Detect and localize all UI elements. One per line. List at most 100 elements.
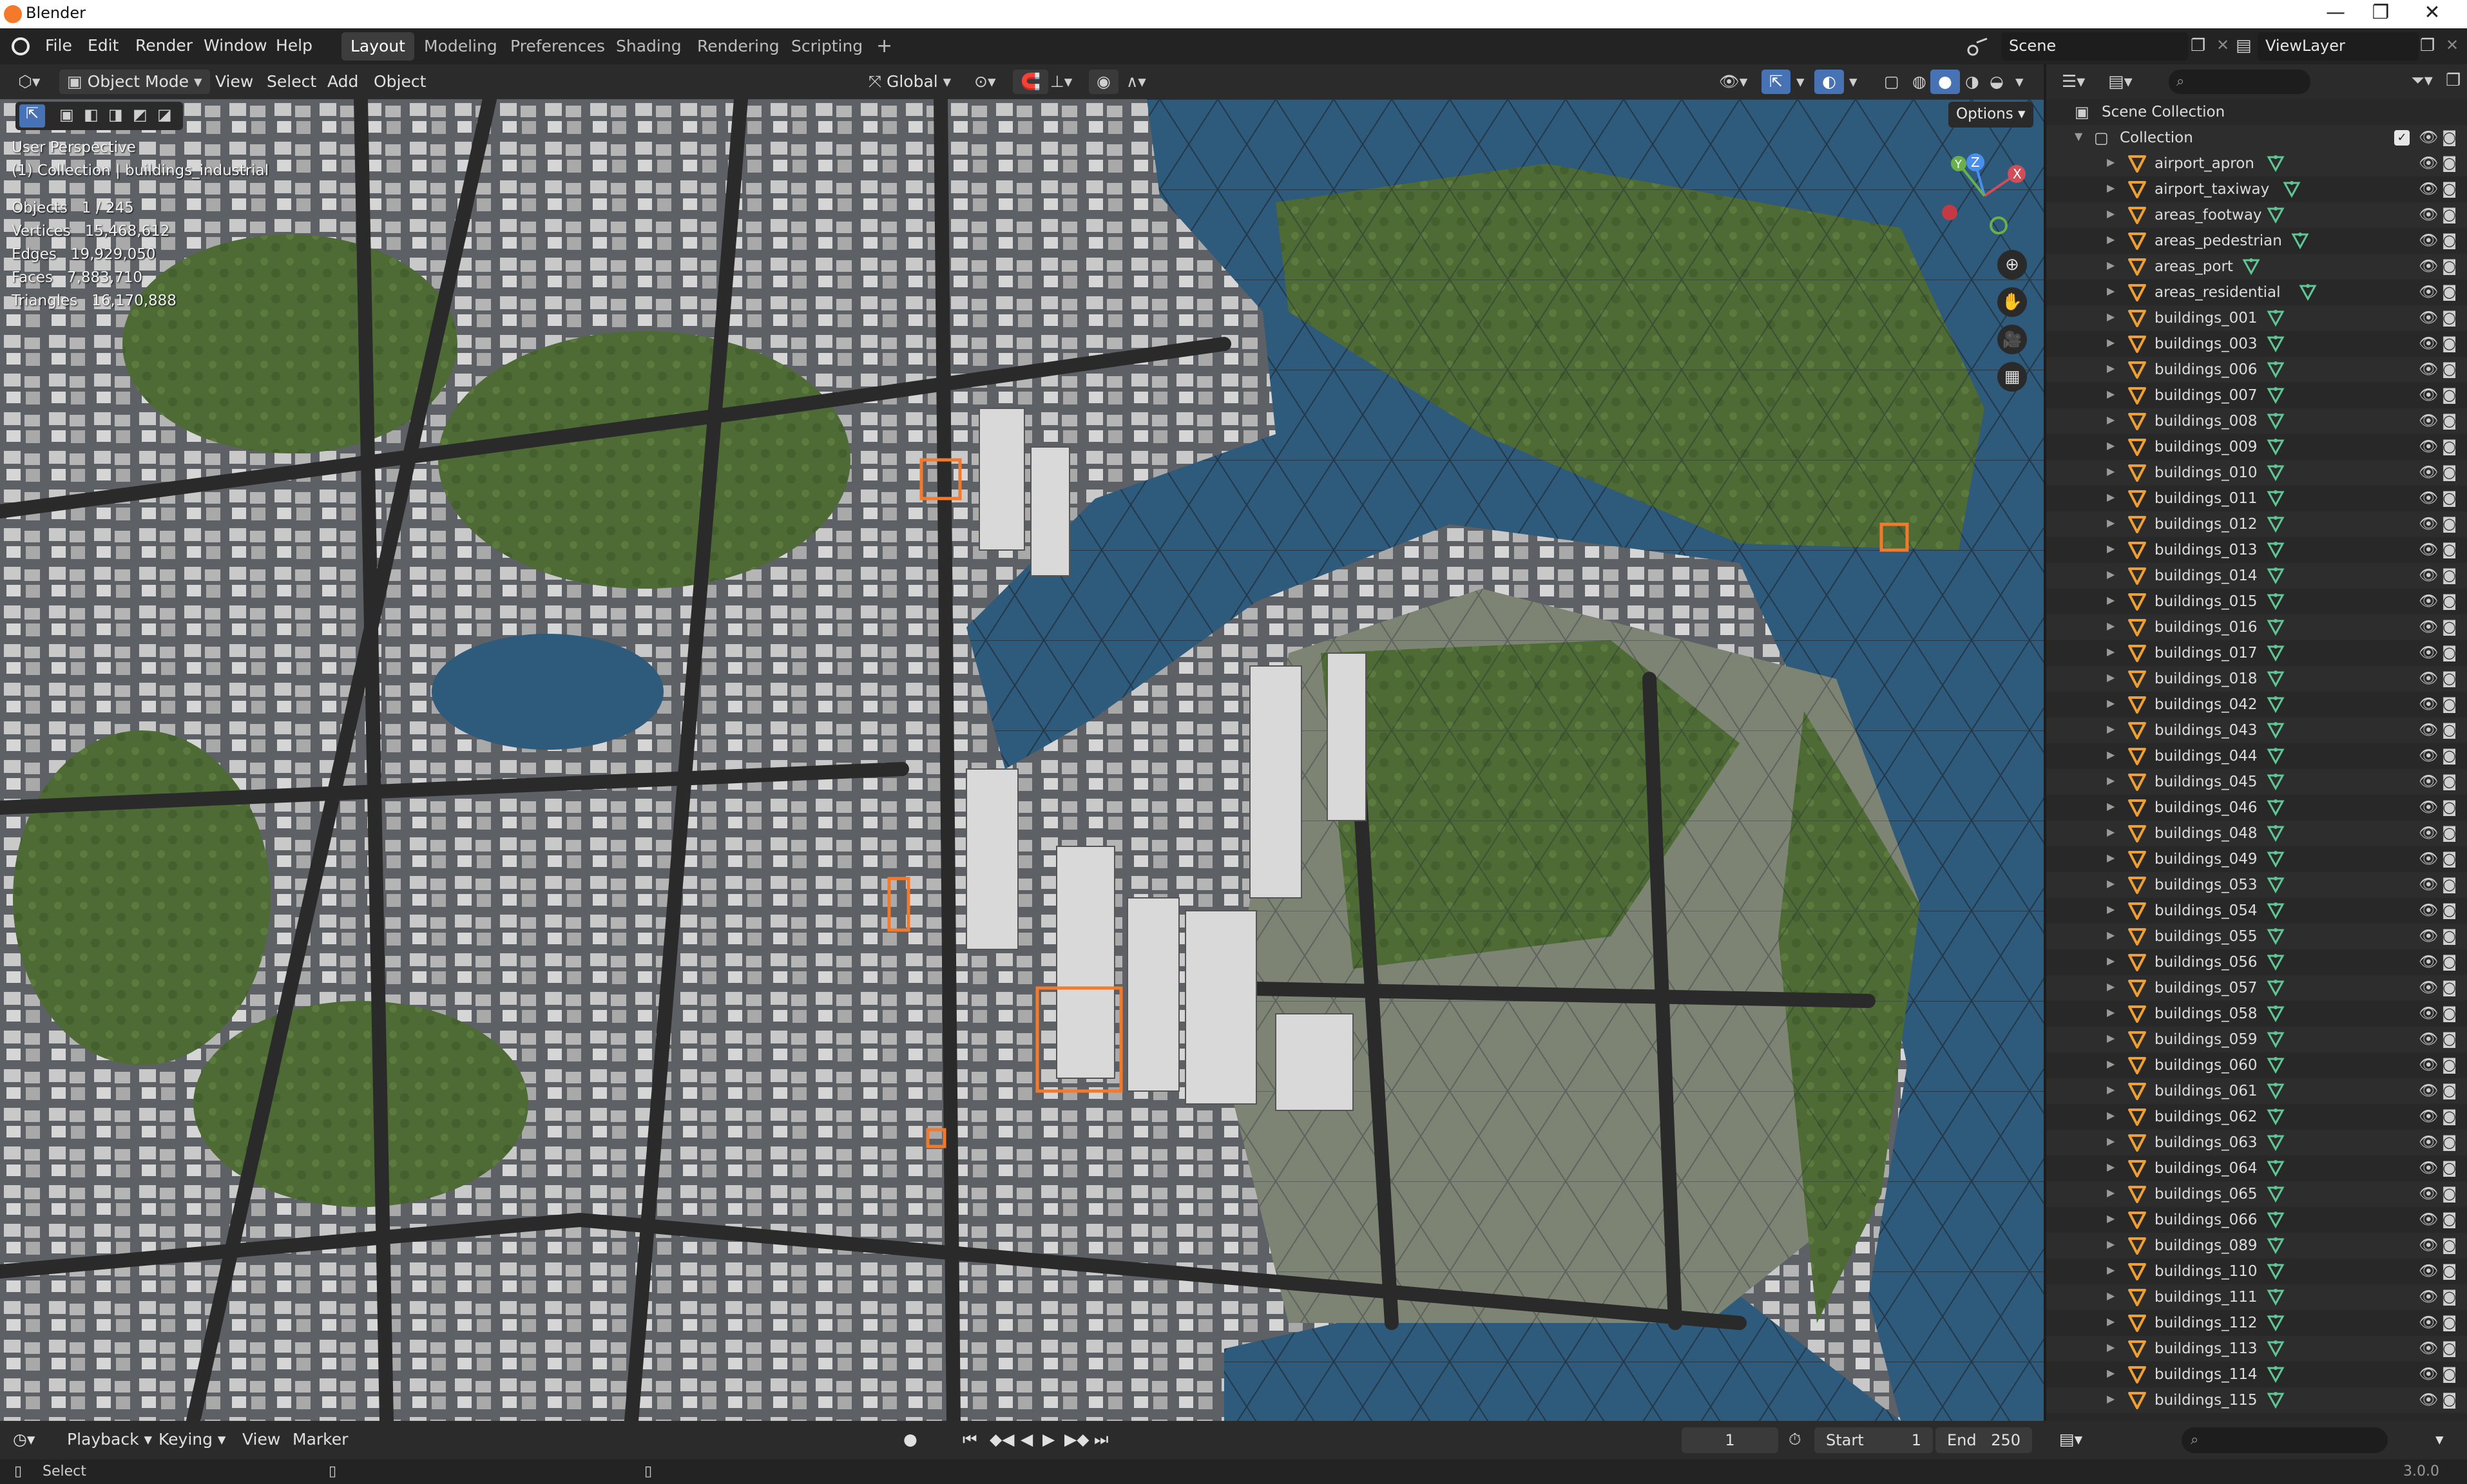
render-camera-icon[interactable]: ◙ bbox=[2442, 747, 2457, 765]
mesh-data-icon[interactable] bbox=[2267, 541, 2285, 559]
new-collection-icon[interactable]: ❐ bbox=[2446, 71, 2461, 90]
mesh-data-icon[interactable] bbox=[2267, 515, 2285, 533]
view-layer-field[interactable]: ViewLayer bbox=[2258, 32, 2419, 61]
eye-icon[interactable]: 👁 bbox=[2419, 154, 2438, 172]
eye-icon[interactable]: 👁 bbox=[2419, 1133, 2438, 1151]
expand-triangle-icon[interactable]: ▶ bbox=[2107, 1135, 2115, 1147]
outliner-item[interactable]: ▶ buildings_008 👁 ◙ bbox=[2046, 408, 2467, 434]
scene-icon[interactable] bbox=[1965, 33, 1991, 59]
render-camera-icon[interactable]: ◙ bbox=[2442, 592, 2457, 610]
properties-options-icon[interactable]: ▾ bbox=[2435, 1430, 2444, 1449]
outliner-item[interactable]: ▶ buildings_111 👁 ◙ bbox=[2046, 1284, 2467, 1310]
outliner-item[interactable]: ▶ areas_port 👁 ◙ bbox=[2046, 254, 2467, 280]
3d-viewport[interactable]: ⇱ ▣ ◧ ◨ ◩ ◪ User Perspective (1) Collect… bbox=[0, 99, 2044, 1421]
render-camera-icon[interactable]: ◙ bbox=[2442, 1210, 2457, 1228]
mesh-data-icon[interactable] bbox=[2267, 979, 2285, 997]
select-extend-icon[interactable]: ◧ bbox=[84, 106, 99, 124]
timeline-editor-type-icon[interactable]: ◷▾ bbox=[13, 1430, 35, 1449]
expand-triangle-icon[interactable]: ▶ bbox=[2107, 439, 2115, 452]
eye-icon[interactable]: 👁 bbox=[2419, 180, 2438, 198]
transform-orientation-dropdown[interactable]: ⤧ Global ▾ bbox=[861, 70, 959, 94]
mesh-data-icon[interactable] bbox=[2267, 1391, 2285, 1409]
menu-marker[interactable]: Marker bbox=[293, 1430, 348, 1449]
render-camera-icon[interactable]: ◙ bbox=[2442, 412, 2457, 430]
expand-triangle-icon[interactable]: ▶ bbox=[2107, 1264, 2115, 1276]
perspective-toggle-icon[interactable]: ▦ bbox=[1997, 362, 2027, 392]
mesh-data-icon[interactable] bbox=[2267, 490, 2285, 508]
eye-icon[interactable]: 👁 bbox=[2419, 772, 2438, 790]
expand-triangle-icon[interactable]: ▶ bbox=[2107, 774, 2115, 786]
outliner-item[interactable]: ▶ buildings_043 👁 ◙ bbox=[2046, 718, 2467, 743]
eye-icon[interactable]: 👁 bbox=[2419, 592, 2438, 610]
render-camera-icon[interactable]: ◙ bbox=[2442, 1107, 2457, 1125]
prev-keyframe-icon[interactable]: ◆◀ bbox=[990, 1430, 1014, 1449]
outliner-item[interactable]: ▶ buildings_013 👁 ◙ bbox=[2046, 537, 2467, 563]
render-camera-icon[interactable]: ◙ bbox=[2442, 618, 2457, 636]
eye-icon[interactable]: 👁 bbox=[2419, 540, 2438, 558]
expand-triangle-icon[interactable]: ▶ bbox=[2107, 929, 2115, 941]
mesh-data-icon[interactable] bbox=[2267, 696, 2285, 714]
eye-icon[interactable]: 👁 bbox=[2419, 489, 2438, 507]
jump-end-icon[interactable]: ⏭ bbox=[1094, 1430, 1109, 1449]
eye-icon[interactable]: 👁 bbox=[2419, 1056, 2438, 1074]
outliner-item[interactable]: ▶ buildings_066 👁 ◙ bbox=[2046, 1207, 2467, 1233]
expand-triangle-icon[interactable]: ▶ bbox=[2107, 980, 2115, 993]
mesh-data-icon[interactable] bbox=[2267, 1365, 2285, 1384]
tab-shading[interactable]: Shading bbox=[607, 32, 691, 61]
expand-triangle-icon[interactable]: ▶ bbox=[2107, 182, 2115, 194]
outliner-item[interactable]: ▶ airport_taxiway 👁 ◙ bbox=[2046, 176, 2467, 202]
tab-layout[interactable]: Layout bbox=[341, 32, 414, 61]
mesh-data-icon[interactable] bbox=[2267, 773, 2285, 791]
outliner-item[interactable]: ▶ buildings_054 👁 ◙ bbox=[2046, 898, 2467, 924]
eye-icon[interactable]: 👁 bbox=[2419, 437, 2438, 455]
eye-icon[interactable]: 👁 bbox=[2419, 1107, 2438, 1125]
outliner-item[interactable]: ▶ buildings_055 👁 ◙ bbox=[2046, 924, 2467, 949]
expand-triangle-icon[interactable]: ▶ bbox=[2107, 877, 2115, 889]
mesh-data-icon[interactable] bbox=[2267, 567, 2285, 585]
eye-icon[interactable]: 👁 bbox=[2419, 747, 2438, 765]
start-frame-field[interactable]: Start 1 bbox=[1814, 1427, 1933, 1453]
expand-triangle-icon[interactable]: ▶ bbox=[2107, 285, 2115, 297]
render-camera-icon[interactable]: ◙ bbox=[2442, 566, 2457, 584]
outliner-item[interactable]: ▶ buildings_010 👁 ◙ bbox=[2046, 460, 2467, 486]
eye-icon[interactable]: 👁 bbox=[2419, 386, 2438, 404]
mesh-data-icon[interactable] bbox=[2267, 618, 2285, 636]
play-icon[interactable]: ▶ bbox=[1042, 1430, 1055, 1449]
render-camera-icon[interactable]: ◙ bbox=[2442, 463, 2457, 481]
expand-triangle-icon[interactable]: ▶ bbox=[2107, 620, 2115, 632]
mesh-data-icon[interactable] bbox=[2267, 928, 2285, 946]
render-camera-icon[interactable]: ◙ bbox=[2442, 1133, 2457, 1151]
render-camera-icon[interactable]: ◙ bbox=[2442, 309, 2457, 327]
expand-triangle-icon[interactable]: ▶ bbox=[2107, 723, 2115, 735]
render-camera-icon[interactable]: ◙ bbox=[2442, 875, 2457, 893]
rendered-shading-icon[interactable]: ◒ bbox=[1982, 70, 2011, 94]
outliner-item[interactable]: ▶ buildings_016 👁 ◙ bbox=[2046, 614, 2467, 640]
outliner-editor-type-icon[interactable]: ☰▾ bbox=[2062, 72, 2085, 91]
render-camera-icon[interactable]: ◙ bbox=[2442, 1081, 2457, 1099]
outliner-item[interactable]: ▶ buildings_007 👁 ◙ bbox=[2046, 383, 2467, 408]
expand-triangle-icon[interactable]: ▶ bbox=[2107, 1161, 2115, 1173]
expand-triangle-icon[interactable]: ▶ bbox=[2107, 233, 2115, 245]
render-camera-icon[interactable]: ◙ bbox=[2442, 334, 2457, 352]
maximize-button[interactable]: ❐ bbox=[2358, 1, 2403, 24]
mesh-data-icon[interactable] bbox=[2267, 876, 2285, 894]
outliner-item[interactable]: ▶ buildings_003 👁 ◙ bbox=[2046, 331, 2467, 357]
expand-triangle-icon[interactable]: ▶ bbox=[2107, 800, 2115, 812]
mesh-data-icon[interactable] bbox=[2267, 309, 2285, 327]
expand-triangle-icon[interactable]: ▶ bbox=[2107, 259, 2115, 271]
expand-triangle-icon[interactable]: ▶ bbox=[2107, 826, 2115, 838]
stopwatch-icon[interactable]: ⏱ bbox=[1789, 1430, 1801, 1449]
eye-icon[interactable]: 👁 bbox=[2419, 1159, 2438, 1177]
wireframe-shading-icon[interactable]: ◍ bbox=[1905, 70, 1934, 94]
eye-icon[interactable]: 👁 bbox=[2419, 309, 2438, 327]
mesh-data-icon[interactable] bbox=[2267, 644, 2285, 662]
outliner-item[interactable]: ▶ buildings_112 👁 ◙ bbox=[2046, 1310, 2467, 1336]
delete-view-layer-icon[interactable]: ✕ bbox=[2446, 36, 2459, 54]
eye-icon[interactable]: 👁 bbox=[2419, 566, 2438, 584]
expand-triangle-icon[interactable]: ▶ bbox=[2107, 1058, 2115, 1070]
new-view-layer-icon[interactable]: ❐ bbox=[2420, 36, 2435, 55]
mesh-data-icon[interactable] bbox=[2267, 1340, 2285, 1358]
mesh-data-icon[interactable] bbox=[2267, 721, 2285, 739]
outliner-item[interactable]: ▶ buildings_011 👁 ◙ bbox=[2046, 486, 2467, 511]
expand-triangle-icon[interactable]: ▶ bbox=[2107, 851, 2115, 864]
